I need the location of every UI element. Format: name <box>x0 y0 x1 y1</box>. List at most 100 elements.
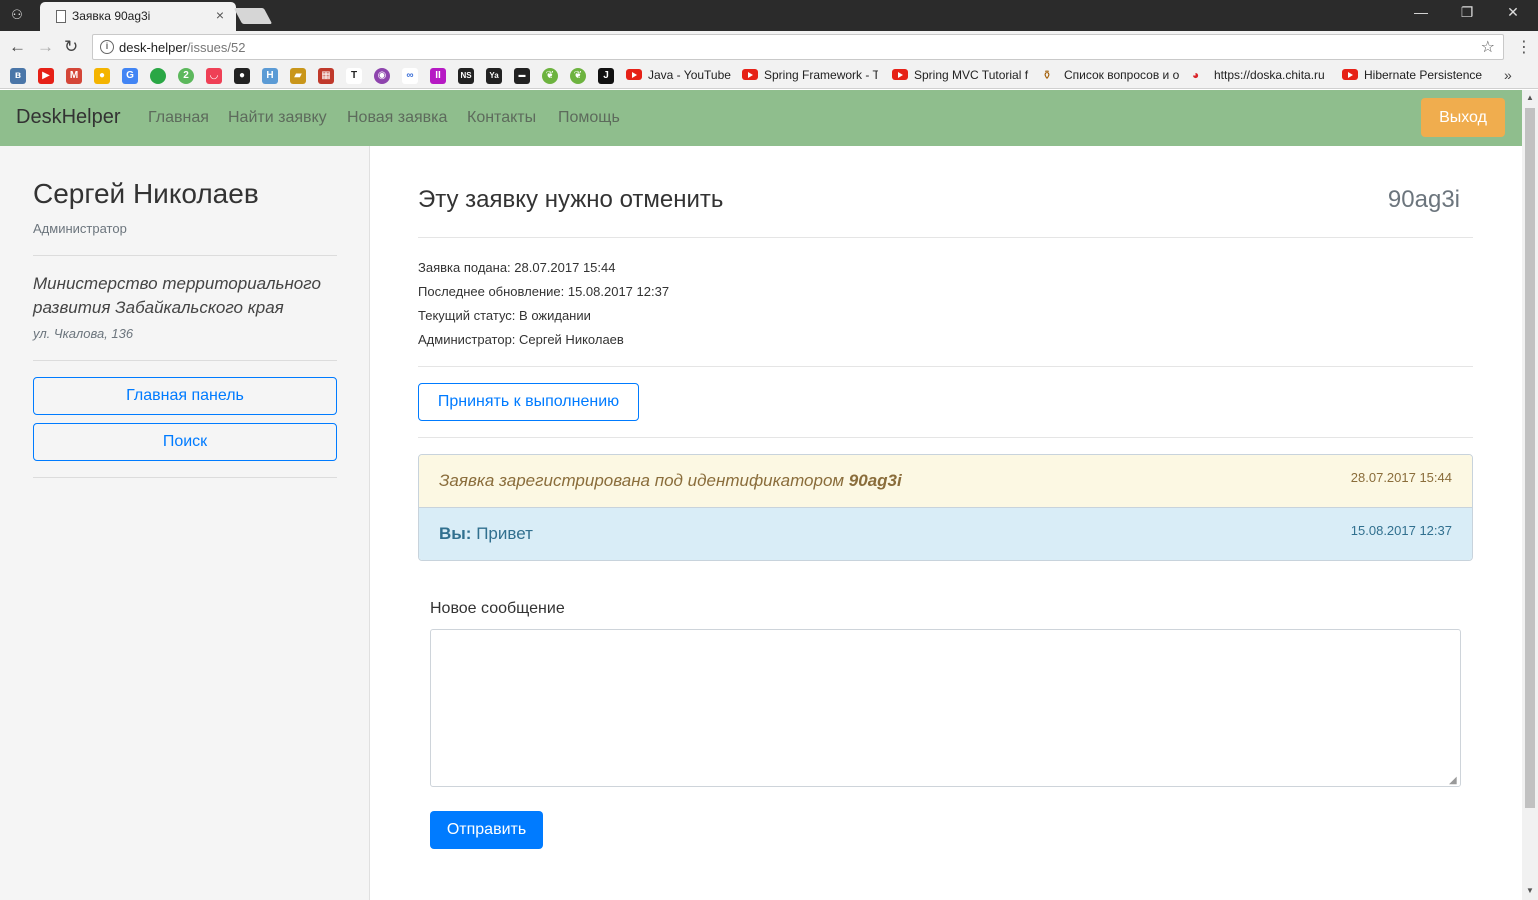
organization-address: ул. Чкалова, 136 <box>33 326 134 341</box>
ns-icon[interactable]: NS <box>458 68 474 84</box>
info-icon[interactable]: i <box>100 40 114 54</box>
youtube-icon[interactable]: ▶ <box>38 68 54 84</box>
nav-link-new-issue[interactable]: Новая заявка <box>347 109 447 127</box>
divider <box>418 437 1473 438</box>
minimize-button[interactable]: — <box>1398 4 1444 20</box>
browser-menu-icon[interactable]: ⋮ <box>1516 37 1532 57</box>
bookmark-doska-chita[interactable]: ◕ https://doska.chita.ru <box>1192 68 1332 84</box>
green-circle-icon[interactable] <box>150 68 166 84</box>
message-issue-code: 90ag3i <box>848 471 902 490</box>
logout-button[interactable]: Выход <box>1421 98 1505 137</box>
two-icon[interactable]: 2 <box>178 68 194 84</box>
podcast-icon[interactable]: ◉ <box>374 68 390 84</box>
media-icon[interactable]: ▬ <box>514 68 530 84</box>
bookmarks-bar: в ▶ M ● G 2 ◡ ● H ▰ ▦ T ◉ ∞ II NS Ya ▬ ❦… <box>0 63 1538 89</box>
incognito-icon: ⚇ <box>11 7 23 22</box>
message-time: 28.07.2017 15:44 <box>1350 470 1452 485</box>
accept-issue-button[interactable]: Прнинять к выполнению <box>418 383 639 421</box>
scrollbar-thumb[interactable] <box>1525 108 1535 808</box>
issue-title: Эту заявку нужно отменить <box>418 186 724 213</box>
tab-title: Заявка 90ag3i <box>72 9 151 23</box>
scroll-down-icon[interactable]: ▼ <box>1526 886 1534 895</box>
yandex-icon[interactable]: Ya <box>486 68 502 84</box>
restore-button[interactable]: ❐ <box>1444 4 1490 21</box>
forward-icon[interactable]: → <box>37 37 54 57</box>
h-icon[interactable]: H <box>262 68 278 84</box>
brand-logo[interactable]: DeskHelper <box>16 106 120 129</box>
youtube-icon <box>1342 69 1358 80</box>
close-window-button[interactable]: ✕ <box>1490 4 1536 21</box>
browser-tabstrip: ⚇ Заявка 90ag3i × — ❐ ✕ <box>0 0 1538 31</box>
resize-grip-icon[interactable]: ◢ <box>1449 775 1457 786</box>
browser-toolbar: ← → ↻ i desk-helper/issues/52 ☆ ⋮ <box>0 31 1538 63</box>
gmail-icon[interactable]: M <box>66 68 82 84</box>
bookmark-spring-mvc[interactable]: Spring MVC Tutorial f <box>892 68 1030 84</box>
new-tab-button[interactable] <box>233 8 273 24</box>
bookmark-questions-list[interactable]: ⚱ Список вопросов и о <box>1042 68 1180 84</box>
vk-icon[interactable]: в <box>10 68 26 84</box>
issue-last-updated: Последнее обновление: 15.08.2017 12:37 <box>418 284 670 299</box>
issue-status: Текущий статус: В ожидании <box>418 308 591 323</box>
folder-icon: ⚱ <box>1042 68 1053 82</box>
spring-icon[interactable]: ❦ <box>542 68 558 84</box>
browser-tab[interactable]: Заявка 90ag3i × <box>40 2 236 31</box>
youtube-icon <box>892 69 908 80</box>
divider <box>418 366 1473 367</box>
divider <box>418 237 1473 238</box>
keep-icon[interactable]: ● <box>94 68 110 84</box>
github-icon[interactable]: ● <box>234 68 250 84</box>
address-bar[interactable]: i desk-helper/issues/52 ☆ <box>92 34 1504 60</box>
message-text: Вы: Привет <box>439 524 533 543</box>
app-navbar: DeskHelper Главная Найти заявку Новая за… <box>0 90 1522 146</box>
reload-icon[interactable]: ↻ <box>64 37 78 57</box>
user-name: Сергей Николаев <box>33 178 259 209</box>
issue-code: 90ag3i <box>1387 186 1460 213</box>
issue-admin: Администратор: Сергей Николаев <box>418 332 624 347</box>
bookmarks-more-icon[interactable]: » <box>1504 67 1512 83</box>
pause-icon[interactable]: II <box>430 68 446 84</box>
divider <box>33 255 337 256</box>
t-icon[interactable]: T <box>346 68 362 84</box>
grid-icon[interactable]: ▦ <box>318 68 334 84</box>
translate-icon[interactable]: G <box>122 68 138 84</box>
scroll-up-icon[interactable]: ▲ <box>1526 93 1534 102</box>
youtube-icon <box>626 69 642 80</box>
doska-icon: ◕ <box>1192 68 1200 82</box>
nav-link-home[interactable]: Главная <box>148 109 209 127</box>
divider <box>33 477 337 478</box>
box-icon[interactable]: ▰ <box>290 68 306 84</box>
message-item: Заявка зарегистрирована под идентификато… <box>419 455 1472 508</box>
organization-name: Министерство территориального развития З… <box>33 274 321 317</box>
send-button[interactable]: Отправить <box>430 811 543 849</box>
message-text: Заявка зарегистрирована под идентификато… <box>439 471 902 490</box>
message-item: Вы: Привет 15.08.2017 12:37 <box>419 508 1472 560</box>
new-message-label: Новое сообщение <box>430 600 565 617</box>
search-button[interactable]: Поиск <box>33 423 337 461</box>
infinity-icon[interactable]: ∞ <box>402 68 418 84</box>
bookmark-star-icon[interactable]: ☆ <box>1481 37 1495 57</box>
pocket-icon[interactable]: ◡ <box>206 68 222 84</box>
page-icon <box>56 10 66 23</box>
main-panel-button[interactable]: Главная панель <box>33 377 337 415</box>
message-author: Вы: <box>439 524 472 543</box>
j-icon[interactable]: J <box>598 68 614 84</box>
youtube-icon <box>742 69 758 80</box>
bookmark-spring-framework[interactable]: Spring Framework - T <box>742 68 878 84</box>
sidebar: Сергей Николаев Администратор Министерст… <box>0 146 370 900</box>
tab-close-icon[interactable]: × <box>216 7 224 23</box>
spring-guide-icon[interactable]: ❦ <box>570 68 586 84</box>
issue-submitted: Заявка подана: 28.07.2017 15:44 <box>418 260 616 275</box>
bookmark-java-youtube[interactable]: Java - YouTube <box>626 68 738 84</box>
page-scrollbar[interactable]: ▲ ▼ <box>1522 90 1538 900</box>
back-icon[interactable]: ← <box>9 37 26 57</box>
user-role: Администратор <box>33 221 127 236</box>
nav-link-help[interactable]: Помощь <box>558 109 620 127</box>
nav-link-contacts[interactable]: Контакты <box>467 109 536 127</box>
message-time: 15.08.2017 12:37 <box>1350 523 1452 538</box>
message-list: Заявка зарегистрирована под идентификато… <box>418 454 1473 561</box>
bookmark-hibernate[interactable]: Hibernate Persistence <box>1342 68 1482 84</box>
divider <box>33 360 337 361</box>
new-message-textarea[interactable] <box>430 629 1461 787</box>
nav-link-find-issue[interactable]: Найти заявку <box>228 109 327 127</box>
url-text: desk-helper/issues/52 <box>119 40 246 55</box>
